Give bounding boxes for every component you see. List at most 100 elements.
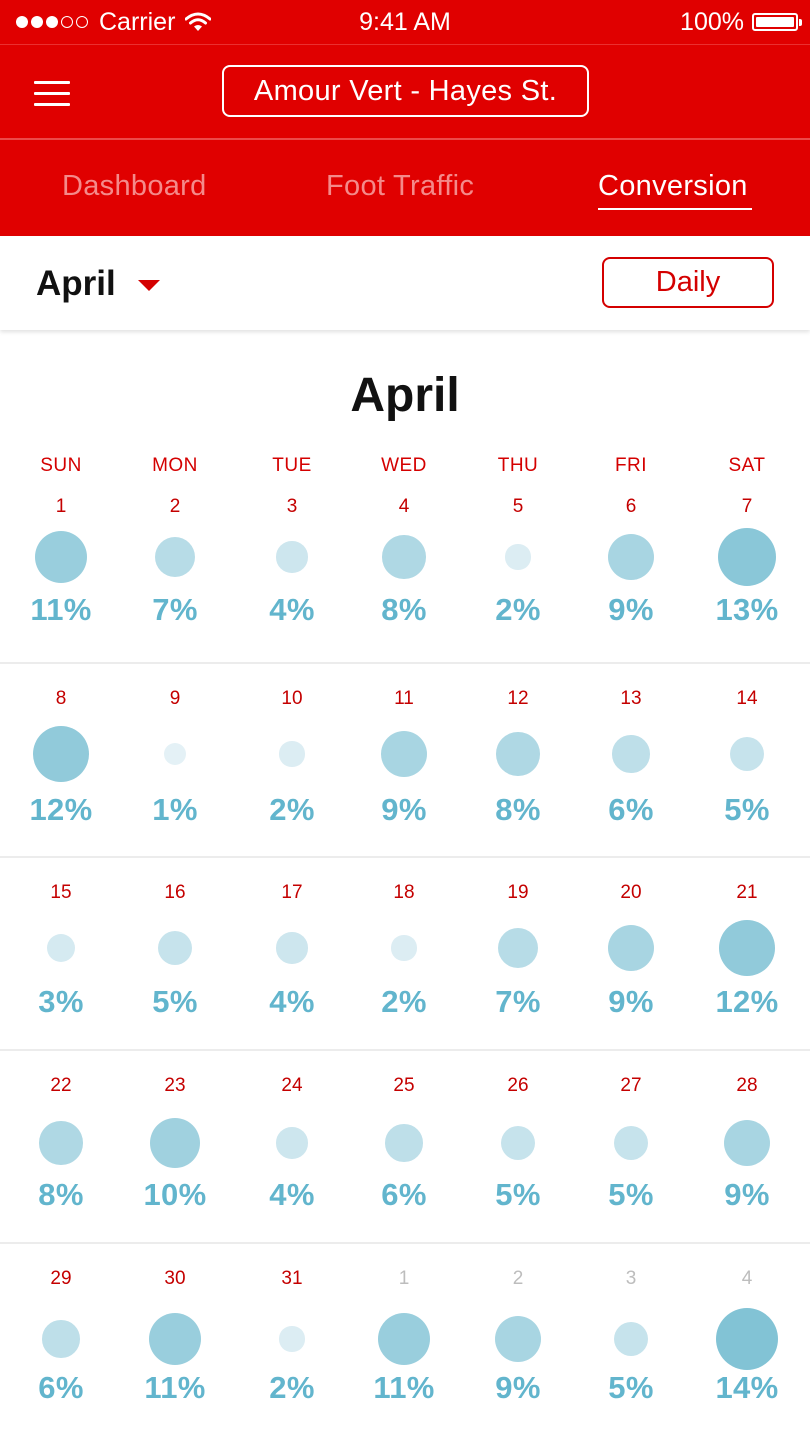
day-cell[interactable]: 21 12% [692, 858, 802, 1048]
day-number: 4 [398, 496, 410, 517]
tab-foot-traffic[interactable]: Foot Traffic [326, 170, 474, 203]
day-cell[interactable]: 29 6% [6, 1244, 116, 1434]
conversion-bubble [612, 735, 650, 773]
conversion-percent: 8% [495, 792, 541, 827]
period-toggle-button[interactable]: Daily [602, 257, 774, 308]
day-cell[interactable]: 10 2% [237, 664, 347, 854]
conversion-percent: 6% [608, 792, 654, 827]
day-cell[interactable]: 4 14% [692, 1244, 802, 1434]
calendar-title: April [350, 369, 460, 422]
day-cell[interactable]: 24 4% [237, 1051, 347, 1241]
conversion-bubble [391, 935, 417, 961]
day-cell[interactable]: 18 2% [349, 858, 459, 1048]
day-number: 24 [281, 1075, 303, 1096]
day-cell[interactable]: 7 13% [692, 492, 802, 682]
conversion-percent: 4% [269, 1177, 315, 1212]
conversion-bubble [276, 932, 308, 964]
day-cell[interactable]: 1 11% [349, 1244, 459, 1434]
day-cell[interactable]: 2 7% [120, 492, 230, 682]
conversion-percent: 13% [715, 592, 779, 627]
day-cell[interactable]: 6 9% [576, 492, 686, 682]
signal-dots-icon [16, 16, 91, 28]
day-number: 19 [507, 882, 529, 903]
day-cell[interactable]: 28 9% [692, 1051, 802, 1241]
conversion-percent: 8% [381, 592, 427, 627]
conversion-bubble [377, 1312, 431, 1366]
weekday-sat: SAT [728, 455, 766, 476]
conversion-percent: 6% [381, 1177, 427, 1212]
status-bar: Carrier 9:41 AM 100% [0, 0, 810, 44]
conversion-percent: 12% [715, 984, 779, 1019]
day-cell[interactable]: 27 5% [576, 1051, 686, 1241]
conversion-bubble [613, 1125, 649, 1161]
month-dropdown[interactable]: April [36, 264, 160, 304]
day-number: 22 [50, 1075, 72, 1096]
day-cell[interactable]: 19 7% [463, 858, 573, 1048]
week-row: 29 6% 30 11% 31 2% 1 11% 2 9% 3 5% 4 14% [0, 1242, 810, 1435]
day-cell[interactable]: 2 9% [463, 1244, 573, 1434]
day-cell[interactable]: 13 6% [576, 664, 686, 854]
caret-down-icon [137, 279, 160, 291]
conversion-bubble [494, 1315, 542, 1363]
day-cell[interactable]: 17 4% [237, 858, 347, 1048]
week-row: 15 3% 16 5% 17 4% 18 2% 19 7% 20 9% 21 12% [0, 856, 810, 1049]
conversion-percent: 9% [724, 1177, 770, 1212]
day-cell[interactable]: 31 2% [237, 1244, 347, 1434]
active-tab-indicator [598, 208, 752, 210]
conversion-percent: 11% [30, 592, 92, 627]
day-cell[interactable]: 26 5% [463, 1051, 573, 1241]
conversion-bubble [164, 743, 186, 765]
day-cell[interactable]: 4 8% [349, 492, 459, 682]
day-number: 18 [393, 882, 415, 903]
weekday-fri: FRI [614, 455, 648, 476]
day-number: 28 [736, 1075, 758, 1096]
day-cell[interactable]: 5 2% [463, 492, 573, 682]
conversion-bubble [276, 541, 308, 573]
conversion-bubble [33, 726, 89, 782]
conversion-bubble [607, 924, 655, 972]
day-cell[interactable]: 9 1% [120, 664, 230, 854]
day-cell[interactable]: 8 12% [6, 664, 116, 854]
conversion-bubble [279, 1326, 305, 1352]
conversion-bubble [716, 1308, 778, 1370]
day-cell[interactable]: 12 8% [463, 664, 573, 854]
conversion-bubble [157, 930, 193, 966]
conversion-percent: 1% [152, 792, 198, 827]
day-cell[interactable]: 25 6% [349, 1051, 459, 1241]
conversion-bubble [729, 736, 765, 772]
conversion-percent: 7% [495, 984, 541, 1019]
day-number: 9 [169, 688, 181, 709]
day-cell[interactable]: 20 9% [576, 858, 686, 1048]
day-cell[interactable]: 3 5% [576, 1244, 686, 1434]
day-number: 16 [164, 882, 186, 903]
conversion-percent: 9% [495, 1370, 541, 1405]
tab-conversion[interactable]: Conversion [598, 170, 748, 203]
day-number: 23 [164, 1075, 186, 1096]
day-cell[interactable]: 1 11% [6, 492, 116, 682]
filter-bar: April Daily [0, 236, 810, 330]
day-number: 2 [169, 496, 181, 517]
month-dropdown-label: April [36, 264, 116, 303]
conversion-bubble [276, 1127, 308, 1159]
conversion-bubble [496, 732, 540, 776]
store-selector-button[interactable]: Amour Vert - Hayes St. [222, 65, 589, 117]
day-cell[interactable]: 22 8% [6, 1051, 116, 1241]
conversion-percent: 5% [608, 1370, 654, 1405]
tab-dashboard[interactable]: Dashboard [62, 170, 207, 203]
conversion-bubble [723, 1119, 771, 1167]
day-cell[interactable]: 14 5% [692, 664, 802, 854]
day-cell[interactable]: 11 9% [349, 664, 459, 854]
day-number: 13 [620, 688, 642, 709]
day-cell[interactable]: 15 3% [6, 858, 116, 1048]
day-cell[interactable]: 3 4% [237, 492, 347, 682]
day-cell[interactable]: 16 5% [120, 858, 230, 1048]
conversion-percent: 5% [152, 984, 198, 1019]
hamburger-menu-icon[interactable] [34, 81, 70, 107]
day-cell[interactable]: 23 10% [120, 1051, 230, 1241]
conversion-percent: 8% [38, 1177, 84, 1212]
weekday-sun: SUN [40, 455, 82, 476]
day-number: 27 [620, 1075, 642, 1096]
conversion-percent: 3% [38, 984, 84, 1019]
tab-bar: Dashboard Foot Traffic Conversion [0, 138, 810, 238]
day-cell[interactable]: 30 11% [120, 1244, 230, 1434]
